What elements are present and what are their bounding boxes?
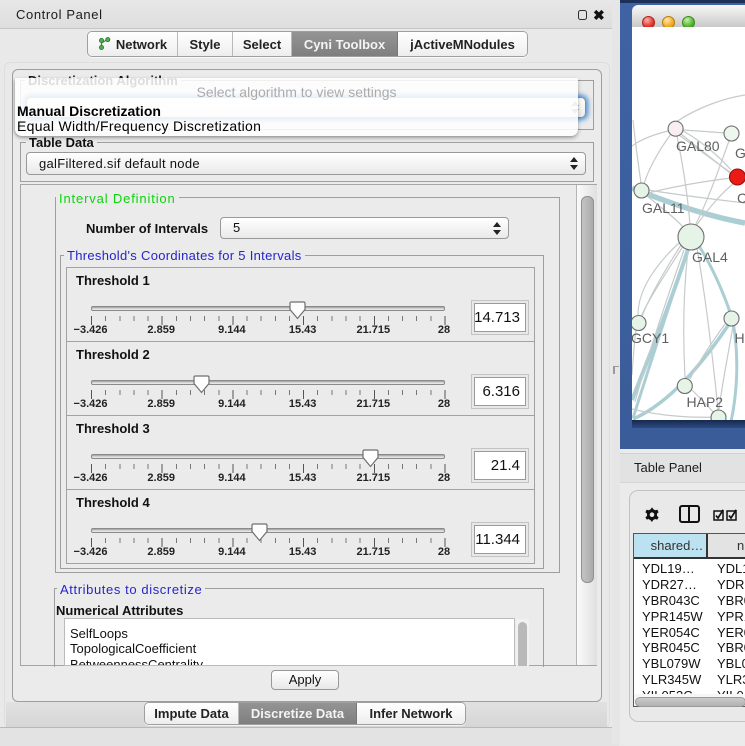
svg-text:GAL4: GAL4 <box>692 249 728 265</box>
svg-text:GAL11: GAL11 <box>642 200 685 216</box>
svg-text:GAL80: GAL80 <box>676 138 720 154</box>
svg-text:C: C <box>737 190 745 206</box>
svg-text:HAP2: HAP2 <box>687 394 724 410</box>
svg-text:H: H <box>735 330 745 346</box>
svg-text:GA: GA <box>735 145 745 161</box>
svg-text:GCY1: GCY1 <box>632 330 669 346</box>
